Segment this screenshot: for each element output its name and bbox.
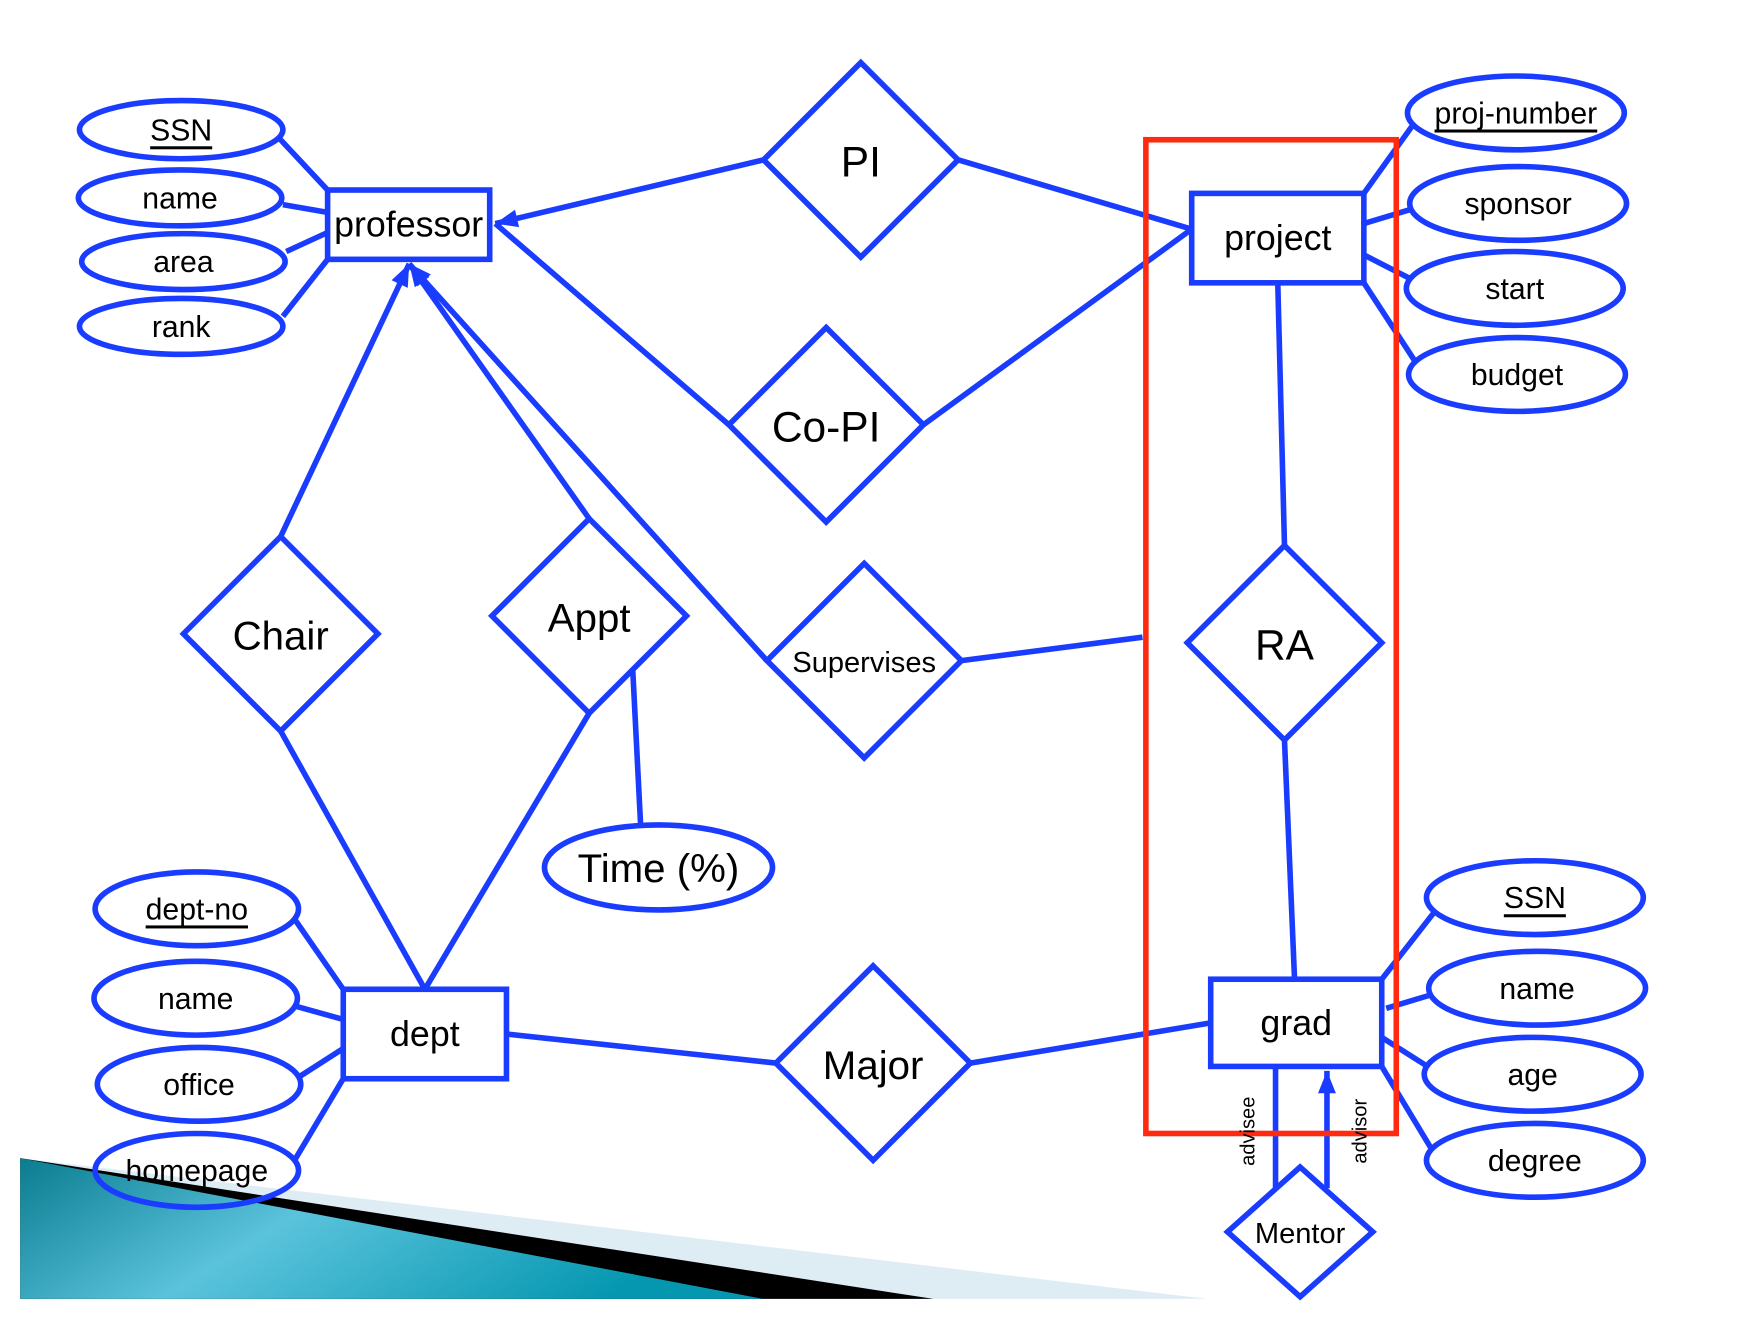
er-diagram: professor project dept grad PI Co-PI Chair Appt… <box>20 58 1649 1301</box>
attribute-label: rank <box>152 311 212 344</box>
attribute-label: start <box>1485 273 1544 306</box>
attribute-label: age <box>1507 1059 1557 1092</box>
line-appt-time <box>629 670 644 826</box>
key-attribute-label: SSN <box>1504 882 1566 915</box>
attribute-professor-name[interactable]: name <box>75 167 285 229</box>
attribute-grad-age[interactable]: age <box>1421 1034 1644 1114</box>
line-copi-project <box>921 226 1194 428</box>
entity-label: professor <box>334 205 483 245</box>
line-major-grad <box>969 1020 1212 1066</box>
line-ra-project <box>1274 282 1288 546</box>
line-pi-professor <box>494 157 765 227</box>
attribute-label: area <box>153 246 214 279</box>
attribute-dept-dept-no[interactable]: dept-no <box>92 869 302 949</box>
relationship-ra[interactable]: RA <box>1183 541 1386 744</box>
attribute-grad-ssn[interactable]: SSN <box>1423 857 1647 938</box>
line-grad-age <box>1380 1035 1430 1069</box>
relationship-label: Appt <box>548 596 631 641</box>
line-prof-rank <box>280 257 330 319</box>
attribute-grad-degree[interactable]: degree <box>1423 1120 1647 1201</box>
line-project-projnumber <box>1361 124 1415 196</box>
relationship-supervises[interactable]: Supervises <box>762 559 966 762</box>
relationship-label: PI <box>841 139 881 186</box>
relationship-label: Mentor <box>1255 1218 1346 1250</box>
relationship-label: Supervises <box>792 647 936 679</box>
relationship-chair[interactable]: Chair <box>179 532 382 736</box>
line-major-dept <box>506 1031 777 1066</box>
key-attribute-label: dept-no <box>146 893 248 926</box>
line-pi-project <box>957 157 1193 232</box>
attribute-label: sponsor <box>1464 188 1571 221</box>
relationship-appt[interactable]: Appt <box>487 514 691 718</box>
attribute-appt-time[interactable]: Time (%) <box>541 822 776 913</box>
line-prof-ssn <box>277 136 330 192</box>
attribute-label: budget <box>1471 359 1564 392</box>
line-dept-homepage <box>292 1077 346 1161</box>
line-appt-professor <box>406 262 592 521</box>
attribute-label: homepage <box>126 1155 269 1188</box>
relationship-major[interactable]: Major <box>771 961 975 1165</box>
attribute-project-start[interactable]: start <box>1403 248 1626 329</box>
attribute-project-proj-number[interactable]: proj-number <box>1404 73 1628 153</box>
entity-professor[interactable]: professor <box>324 187 493 263</box>
line-dept-name <box>294 1003 345 1023</box>
entity-grad[interactable]: grad <box>1207 976 1385 1070</box>
relationship-label: Chair <box>233 614 329 659</box>
line-dept-deptno <box>292 918 346 991</box>
role-label-advisor: advisor <box>1349 1099 1371 1164</box>
attribute-label: name <box>1499 973 1574 1006</box>
relationship-copi[interactable]: Co-PI <box>724 323 928 526</box>
attribute-professor-area[interactable]: area <box>78 230 288 293</box>
line-project-start <box>1362 252 1414 282</box>
attribute-label: name <box>158 983 233 1016</box>
line-grad-name <box>1385 992 1432 1011</box>
entity-dept[interactable]: dept <box>340 986 510 1082</box>
line-prof-area <box>285 229 329 255</box>
entity-label: project <box>1224 218 1331 258</box>
attribute-dept-name[interactable]: name <box>91 958 301 1038</box>
key-attribute-label: SSN <box>150 114 212 147</box>
relationship-mentor[interactable]: Mentor <box>1223 1163 1377 1301</box>
key-attribute-label: proj-number <box>1435 98 1598 131</box>
attribute-dept-office[interactable]: office <box>94 1044 304 1124</box>
entity-label: dept <box>390 1014 460 1054</box>
attribute-label: Time (%) <box>578 846 740 891</box>
entity-label: grad <box>1260 1003 1332 1043</box>
attribute-professor-ssn[interactable]: SSN <box>76 97 286 162</box>
role-label-advisee: advisee <box>1238 1097 1260 1166</box>
line-supervises-ra <box>961 634 1143 664</box>
line-project-sponsor <box>1363 206 1413 227</box>
attribute-label: office <box>163 1069 235 1102</box>
attribute-project-sponsor[interactable]: sponsor <box>1406 163 1630 244</box>
line-chair-professor <box>278 262 412 538</box>
attribute-project-budget[interactable]: budget <box>1405 334 1629 415</box>
entity-project[interactable]: project <box>1188 190 1367 286</box>
attribute-professor-rank[interactable]: rank <box>76 295 286 358</box>
line-grad-ssn <box>1379 910 1437 981</box>
relationship-label: Co-PI <box>772 404 881 451</box>
attribute-label: degree <box>1488 1145 1582 1178</box>
line-ra-grad <box>1281 739 1298 980</box>
line-prof-name <box>282 201 329 216</box>
relationship-pi[interactable]: PI <box>759 58 963 262</box>
relationship-label: Major <box>823 1043 924 1088</box>
line-dept-office <box>298 1046 345 1079</box>
arrowhead-icon <box>391 263 410 288</box>
line-chair-dept <box>278 729 428 991</box>
attribute-grad-name[interactable]: name <box>1425 948 1649 1028</box>
relationship-label: RA <box>1255 621 1315 668</box>
attribute-label: name <box>142 182 217 215</box>
arrowhead-icon <box>1318 1070 1336 1094</box>
